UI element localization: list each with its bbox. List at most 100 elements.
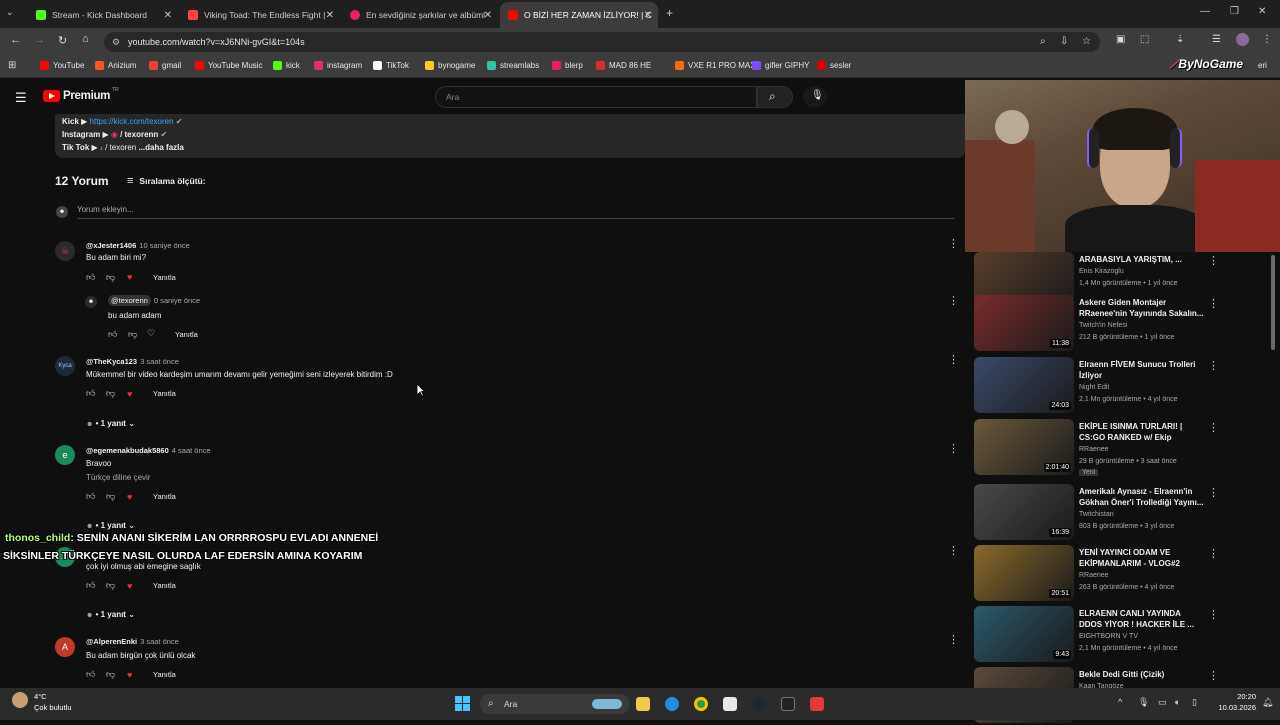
- like-icon[interactable]: 👍︎: [86, 272, 95, 283]
- recommended-video[interactable]: 2:01:40 EKİPLE ISINMA TURLARI! | CS:GO RA…: [974, 419, 1274, 477]
- video-menu-icon[interactable]: ⋮: [1208, 254, 1219, 267]
- close-window-icon[interactable]: ✕: [1258, 6, 1266, 17]
- downloads-icon[interactable]: ⇣: [1176, 34, 1184, 45]
- video-title[interactable]: ARABASIYLA YARIŞTIM, ...: [1079, 254, 1204, 265]
- new-tab-icon[interactable]: +: [666, 6, 673, 20]
- comment-author[interactable]: @egemenakbudak5860 4 saat önce: [86, 446, 211, 455]
- streaming-app-icon[interactable]: [810, 697, 824, 711]
- dislike-icon[interactable]: 👎︎: [106, 491, 115, 502]
- video-channel[interactable]: EIGHTBORN V TV: [1079, 633, 1138, 640]
- video-channel[interactable]: Enis Kirazoglu: [1079, 268, 1124, 275]
- like-icon[interactable]: 👍︎: [86, 491, 95, 502]
- video-menu-icon[interactable]: ⋮: [1208, 486, 1219, 499]
- bookmark-item[interactable]: MAD 86 HE: [596, 61, 651, 70]
- apps-grid-icon[interactable]: ⊞: [8, 60, 16, 71]
- like-icon[interactable]: 👍︎: [86, 669, 95, 680]
- close-tab-icon[interactable]: ✕: [326, 10, 334, 21]
- like-icon[interactable]: 👍︎: [108, 329, 117, 340]
- video-thumbnail[interactable]: 16:39: [974, 484, 1074, 540]
- close-tab-icon[interactable]: ✕: [644, 10, 652, 21]
- bookmark-item[interactable]: instagram: [314, 61, 362, 70]
- commenter-avatar[interactable]: A: [55, 637, 75, 657]
- video-menu-icon[interactable]: ⋮: [1208, 421, 1219, 434]
- extensions-icon[interactable]: ⬚: [1140, 34, 1149, 45]
- video-channel[interactable]: RRaenee: [1079, 572, 1109, 579]
- clock-date[interactable]: 10.03.2026: [1210, 703, 1256, 712]
- reply-author[interactable]: @texorenn 0 saniye önce: [108, 295, 200, 306]
- video-menu-icon[interactable]: ⋮: [1208, 297, 1219, 310]
- reply-button[interactable]: Yanıtla: [153, 273, 176, 282]
- tab-search-icon[interactable]: ⌄: [6, 7, 14, 18]
- tab-youtube-active[interactable]: O BİZİ HER ZAMAN İZLİYOR! | C ✕: [500, 2, 658, 28]
- bookmark-item[interactable]: TikTok: [373, 61, 409, 70]
- back-icon[interactable]: ←: [10, 34, 21, 46]
- recommended-video[interactable]: 24:03 Elraenn FİVEM Sunucu Trolleri İzliy…: [974, 357, 1274, 415]
- show-replies-button[interactable]: ☻ • 1 yanıt ⌄: [86, 419, 135, 428]
- recommended-video[interactable]: 9:43 ELRAENN CANLI YAYINDA DDOS YİYOR ! H…: [974, 606, 1274, 664]
- video-title[interactable]: EKİPLE ISINMA TURLARI! | CS:GO RANKED w/…: [1079, 421, 1204, 443]
- reply-button[interactable]: Yanıtla: [153, 670, 176, 679]
- reply-button[interactable]: Yanıtla: [175, 330, 198, 339]
- steam-icon[interactable]: [752, 697, 766, 711]
- comment-menu-icon[interactable]: ⋮: [948, 442, 959, 455]
- creator-heart-icon[interactable]: ♥: [127, 492, 132, 502]
- weather-temp[interactable]: 4°C: [34, 692, 47, 701]
- screenshot-icon[interactable]: ▣: [1116, 34, 1125, 45]
- forward-icon[interactable]: →: [34, 34, 45, 46]
- tiktok-handle[interactable]: / texoren: [105, 143, 136, 152]
- commenter-avatar[interactable]: Kyca: [55, 356, 75, 376]
- bookmark-item[interactable]: bynogame: [425, 61, 475, 70]
- comment-menu-icon[interactable]: ⋮: [948, 237, 959, 250]
- comment-author[interactable]: @xJester1406 10 saniye önce: [86, 241, 190, 250]
- file-explorer-icon[interactable]: [636, 697, 650, 711]
- comment-menu-icon[interactable]: ⋮: [948, 633, 959, 646]
- store-icon[interactable]: [723, 697, 737, 711]
- video-title[interactable]: Amerikalı Aynasız - Elraenn'in Gökhan Ön…: [1079, 486, 1204, 508]
- dislike-icon[interactable]: 👎︎: [128, 329, 137, 340]
- video-description[interactable]: [55, 114, 965, 158]
- video-menu-icon[interactable]: ⋮: [1208, 359, 1219, 372]
- video-title[interactable]: Bekle Dedi Gitti (Çizik): [1079, 669, 1204, 680]
- bookmark-item[interactable]: gmail: [149, 61, 181, 70]
- other-bookmarks[interactable]: eri: [1258, 61, 1267, 70]
- minimize-icon[interactable]: —: [1200, 6, 1210, 17]
- video-thumbnail[interactable]: 2:01:40: [974, 419, 1074, 475]
- bookmark-item[interactable]: YouTube Music: [195, 61, 263, 70]
- tab-kick-dashboard[interactable]: Stream - Kick Dashboard ✕: [28, 2, 178, 28]
- commenter-avatar[interactable]: e: [55, 445, 75, 465]
- reload-icon[interactable]: ↻: [58, 34, 67, 47]
- notifications-icon[interactable]: 🔔︎: [1262, 697, 1273, 708]
- like-icon[interactable]: 👍︎: [86, 388, 95, 399]
- sidebar-scrollbar[interactable]: [1271, 255, 1275, 350]
- close-tab-icon[interactable]: ✕: [484, 10, 492, 21]
- dislike-icon[interactable]: 👎︎: [106, 272, 115, 283]
- close-tab-icon[interactable]: ✕: [164, 10, 172, 21]
- sort-button[interactable]: ≡ Sıralama ölçütü:: [127, 175, 206, 187]
- epic-games-icon[interactable]: [781, 697, 795, 711]
- reply-button[interactable]: Yanıtla: [153, 389, 176, 398]
- dislike-icon[interactable]: 👎︎: [106, 388, 115, 399]
- recommended-video[interactable]: 16:39 Amerikalı Aynasız - Elraenn'in Gökh…: [974, 484, 1274, 542]
- dislike-icon[interactable]: 👎︎: [106, 669, 115, 680]
- volume-icon[interactable]: 🔈︎: [1175, 697, 1180, 708]
- recommended-video[interactable]: 11:38 Askere Giden Montajer RRaenee'nin Y…: [974, 295, 1274, 353]
- comment-menu-icon[interactable]: ⋮: [948, 294, 959, 307]
- address-bar[interactable]: ⚙ youtube.com/watch?v=xJ6NNi-gvGI&t=104s…: [104, 32, 1100, 52]
- comment-menu-icon[interactable]: ⋮: [948, 353, 959, 366]
- profile-avatar[interactable]: [1236, 33, 1249, 46]
- recommended-video[interactable]: 20:51 YENİ YAYINCI ODAM VE EKİPMANLARIM -…: [974, 545, 1274, 603]
- bookmark-item[interactable]: sesler: [817, 61, 851, 70]
- start-button[interactable]: [455, 696, 470, 711]
- commenter-avatar[interactable]: ☠: [55, 241, 75, 261]
- bookmark-item[interactable]: Anizium: [95, 61, 136, 70]
- video-channel[interactable]: Night Edit: [1079, 384, 1109, 391]
- like-icon[interactable]: 👍︎: [86, 580, 95, 591]
- reply-avatar[interactable]: ☻: [85, 296, 97, 308]
- chrome-icon[interactable]: [694, 697, 708, 711]
- taskbar-search[interactable]: ⌕ Ara: [480, 694, 630, 714]
- video-title[interactable]: YENİ YAYINCI ODAM VE EKİPMANLARIM - VLOG…: [1079, 547, 1204, 569]
- video-thumbnail[interactable]: 11:38: [974, 295, 1074, 351]
- zoom-icon[interactable]: ⌕: [1040, 32, 1046, 52]
- bookmark-item[interactable]: YouTube: [40, 61, 84, 70]
- add-comment-input[interactable]: Yorum ekleyin...: [77, 205, 955, 219]
